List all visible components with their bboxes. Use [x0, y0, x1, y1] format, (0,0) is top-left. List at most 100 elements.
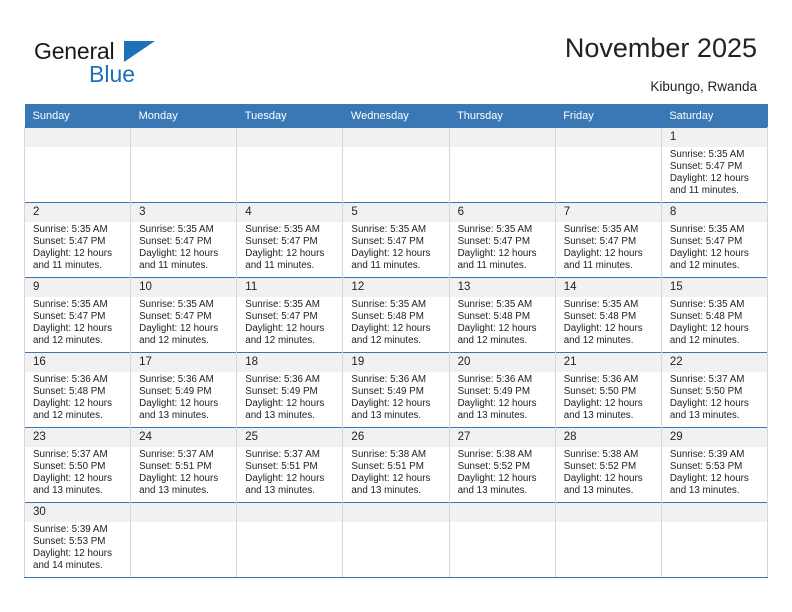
cell-inner	[25, 128, 131, 202]
calendar-cell-day-27[interactable]: 27 Sunrise: 5:38 AM Sunset: 5:52 PM Dayligh…	[448, 427, 556, 503]
daylight-text: Daylight: 12 hours and 13 minutes.	[351, 473, 431, 497]
calendar-cell-day-29[interactable]: 29 Sunrise: 5:39 AM Sunset: 5:53 PM Dayligh…	[660, 427, 769, 503]
sunset-text: Sunset: 5:47 PM	[33, 311, 106, 323]
calendar-cell-empty	[448, 127, 556, 203]
cell-inner: 7 Sunrise: 5:35 AM Sunset: 5:47 PM Daylight…	[555, 203, 661, 277]
daylight-text: Daylight: 12 hours and 13 minutes.	[457, 473, 537, 497]
cell-inner: 29 Sunrise: 5:39 AM Sunset: 5:53 PM Dayligh…	[661, 428, 767, 502]
day-number-placeholder	[343, 128, 449, 147]
calendar-cell-day-20[interactable]: 20 Sunrise: 5:36 AM Sunset: 5:49 PM Dayligh…	[448, 352, 556, 428]
cell-inner: 22 Sunrise: 5:37 AM Sunset: 5:50 PM Dayligh…	[661, 353, 767, 427]
calendar-cell-day-13[interactable]: 13 Sunrise: 5:35 AM Sunset: 5:48 PM Dayligh…	[448, 277, 556, 353]
day-info: Sunrise: 5:38 AM Sunset: 5:52 PM Daylight:…	[450, 447, 555, 497]
daylight-text: Daylight: 12 hours and 11 minutes.	[139, 248, 219, 272]
calendar-cell-day-10[interactable]: 10 Sunrise: 5:35 AM Sunset: 5:47 PM Dayligh…	[130, 277, 237, 353]
calendar-week-row: 9 Sunrise: 5:35 AM Sunset: 5:47 PM Daylight…	[23, 277, 769, 353]
calendar-cell-day-7[interactable]: 7 Sunrise: 5:35 AM Sunset: 5:47 PM Daylight…	[554, 202, 662, 278]
day-number: 16	[25, 353, 131, 372]
calendar-cell-day-8[interactable]: 8 Sunrise: 5:35 AM Sunset: 5:47 PM Daylight…	[660, 202, 769, 278]
day-info: Sunrise: 5:35 AM Sunset: 5:47 PM Daylight:…	[237, 222, 342, 272]
day-number-placeholder	[237, 128, 343, 147]
cell-inner: 12 Sunrise: 5:35 AM Sunset: 5:48 PM Dayligh…	[343, 278, 449, 352]
sunset-text: Sunset: 5:53 PM	[669, 461, 743, 473]
cell-inner: 27 Sunrise: 5:38 AM Sunset: 5:52 PM Dayligh…	[449, 428, 555, 502]
calendar-cell-day-9[interactable]: 9 Sunrise: 5:35 AM Sunset: 5:47 PM Daylight…	[23, 277, 131, 353]
sunrise-text: Sunrise: 5:35 AM	[139, 299, 214, 310]
calendar-cell-day-19[interactable]: 19 Sunrise: 5:36 AM Sunset: 5:49 PM Dayligh…	[342, 352, 450, 428]
calendar-cell-day-14[interactable]: 14 Sunrise: 5:35 AM Sunset: 5:48 PM Dayligh…	[554, 277, 662, 353]
day-number-placeholder	[449, 503, 555, 522]
calendar-header-row: Sunday Monday Tuesday Wednesday Thursday Frid…	[24, 104, 768, 128]
day-number: 23	[25, 428, 131, 447]
calendar-cell-day-18[interactable]: 18 Sunrise: 5:36 AM Sunset: 5:49 PM Dayligh…	[236, 352, 343, 428]
calendar-cell-day-1[interactable]: 1 Sunrise: 5:35 AM Sunset: 5:47 PM Daylight…	[660, 127, 769, 203]
day-info: Sunrise: 5:37 AM Sunset: 5:51 PM Daylight:…	[131, 447, 236, 497]
day-info: Sunrise: 5:37 AM Sunset: 5:50 PM Daylight:…	[25, 447, 130, 497]
day-info: Sunrise: 5:36 AM Sunset: 5:48 PM Daylight:…	[25, 372, 130, 422]
brand-logo[interactable]: General Blue	[34, 38, 234, 88]
sunset-text: Sunset: 5:49 PM	[457, 386, 530, 398]
daylight-text: Daylight: 12 hours and 11 minutes.	[669, 173, 749, 197]
sunrise-text: Sunrise: 5:36 AM	[457, 374, 533, 385]
calendar-cell-day-15[interactable]: 15 Sunrise: 5:35 AM Sunset: 5:48 PM Dayligh…	[660, 277, 769, 353]
daylight-text: Daylight: 12 hours and 13 minutes.	[563, 398, 643, 422]
calendar-cell-day-12[interactable]: 12 Sunrise: 5:35 AM Sunset: 5:48 PM Dayligh…	[342, 277, 450, 353]
weekday-header-tuesday: Tuesday	[236, 104, 343, 128]
cell-inner: 26 Sunrise: 5:38 AM Sunset: 5:51 PM Dayligh…	[343, 428, 449, 502]
cell-inner: 20 Sunrise: 5:36 AM Sunset: 5:49 PM Dayligh…	[449, 353, 555, 427]
day-number-placeholder	[661, 503, 767, 522]
day-info: Sunrise: 5:36 AM Sunset: 5:49 PM Daylight:…	[450, 372, 555, 422]
day-info: Sunrise: 5:38 AM Sunset: 5:51 PM Daylight:…	[343, 447, 448, 497]
calendar-cell-day-5[interactable]: 5 Sunrise: 5:35 AM Sunset: 5:47 PM Daylight…	[342, 202, 450, 278]
calendar-week-row: 16 Sunrise: 5:36 AM Sunset: 5:48 PM Dayligh…	[23, 352, 769, 428]
calendar-cell-day-30[interactable]: 30 Sunrise: 5:39 AM Sunset: 5:53 PM Dayligh…	[23, 502, 131, 578]
calendar-cell-day-25[interactable]: 25 Sunrise: 5:37 AM Sunset: 5:51 PM Dayligh…	[236, 427, 343, 503]
calendar-cell-day-23[interactable]: 23 Sunrise: 5:37 AM Sunset: 5:50 PM Dayligh…	[23, 427, 131, 503]
day-number: 13	[449, 278, 555, 297]
calendar-cell-day-21[interactable]: 21 Sunrise: 5:36 AM Sunset: 5:50 PM Dayligh…	[554, 352, 662, 428]
daylight-text: Daylight: 12 hours and 13 minutes.	[245, 398, 325, 422]
sunrise-text: Sunrise: 5:35 AM	[245, 224, 320, 235]
sunrise-text: Sunrise: 5:36 AM	[33, 374, 108, 385]
sunrise-text: Sunrise: 5:35 AM	[669, 299, 745, 310]
calendar-cell-day-16[interactable]: 16 Sunrise: 5:36 AM Sunset: 5:48 PM Dayligh…	[23, 352, 131, 428]
calendar-cell-day-11[interactable]: 11 Sunrise: 5:35 AM Sunset: 5:47 PM Dayligh…	[236, 277, 343, 353]
daylight-text: Daylight: 12 hours and 13 minutes.	[457, 398, 537, 422]
daylight-text: Daylight: 12 hours and 12 minutes.	[245, 323, 325, 347]
weekday-header-monday: Monday	[130, 104, 237, 128]
sunset-text: Sunset: 5:47 PM	[245, 311, 318, 323]
cell-inner: 30 Sunrise: 5:39 AM Sunset: 5:53 PM Dayligh…	[25, 503, 131, 577]
calendar-cell-day-22[interactable]: 22 Sunrise: 5:37 AM Sunset: 5:50 PM Dayligh…	[660, 352, 769, 428]
calendar-week-row: 30 Sunrise: 5:39 AM Sunset: 5:53 PM Dayligh…	[23, 502, 769, 578]
sunset-text: Sunset: 5:53 PM	[33, 536, 106, 548]
calendar-cell-day-4[interactable]: 4 Sunrise: 5:35 AM Sunset: 5:47 PM Daylight…	[236, 202, 343, 278]
sunrise-text: Sunrise: 5:36 AM	[139, 374, 214, 385]
calendar-week-row: 23 Sunrise: 5:37 AM Sunset: 5:50 PM Dayligh…	[23, 427, 769, 503]
cell-inner: 8 Sunrise: 5:35 AM Sunset: 5:47 PM Daylight…	[661, 203, 767, 277]
sunrise-text: Sunrise: 5:37 AM	[33, 449, 108, 460]
page-title: November 2025	[564, 33, 757, 63]
page-subtitle: Kibungo, Rwanda	[650, 79, 757, 94]
calendar-cell-day-6[interactable]: 6 Sunrise: 5:35 AM Sunset: 5:47 PM Daylight…	[448, 202, 556, 278]
weekday-header-saturday: Saturday	[661, 104, 768, 128]
calendar-cell-day-3[interactable]: 3 Sunrise: 5:35 AM Sunset: 5:47 PM Daylight…	[130, 202, 237, 278]
calendar-cell-day-28[interactable]: 28 Sunrise: 5:38 AM Sunset: 5:52 PM Dayligh…	[554, 427, 662, 503]
calendar-week-row: 2 Sunrise: 5:35 AM Sunset: 5:47 PM Daylight…	[23, 202, 769, 278]
cell-inner: 24 Sunrise: 5:37 AM Sunset: 5:51 PM Dayligh…	[131, 428, 237, 502]
sunrise-text: Sunrise: 5:37 AM	[669, 374, 745, 385]
calendar-cell-day-17[interactable]: 17 Sunrise: 5:36 AM Sunset: 5:49 PM Dayligh…	[130, 352, 237, 428]
day-info: Sunrise: 5:35 AM Sunset: 5:48 PM Daylight:…	[450, 297, 555, 347]
cell-inner	[237, 503, 343, 577]
day-number: 3	[131, 203, 237, 222]
weekday-header-wednesday: Wednesday	[342, 104, 450, 128]
calendar-cell-day-2[interactable]: 2 Sunrise: 5:35 AM Sunset: 5:47 PM Daylight…	[23, 202, 131, 278]
sunset-text: Sunset: 5:47 PM	[351, 236, 424, 248]
calendar-cell-empty	[23, 127, 131, 203]
calendar-cell-day-24[interactable]: 24 Sunrise: 5:37 AM Sunset: 5:51 PM Dayligh…	[130, 427, 237, 503]
calendar-cell-empty	[236, 502, 343, 578]
calendar-cell-empty	[554, 127, 662, 203]
calendar-cell-empty	[236, 127, 343, 203]
calendar-cell-day-26[interactable]: 26 Sunrise: 5:38 AM Sunset: 5:51 PM Dayligh…	[342, 427, 450, 503]
cell-inner: 1 Sunrise: 5:35 AM Sunset: 5:47 PM Daylight…	[661, 128, 767, 202]
day-number-placeholder	[131, 128, 237, 147]
